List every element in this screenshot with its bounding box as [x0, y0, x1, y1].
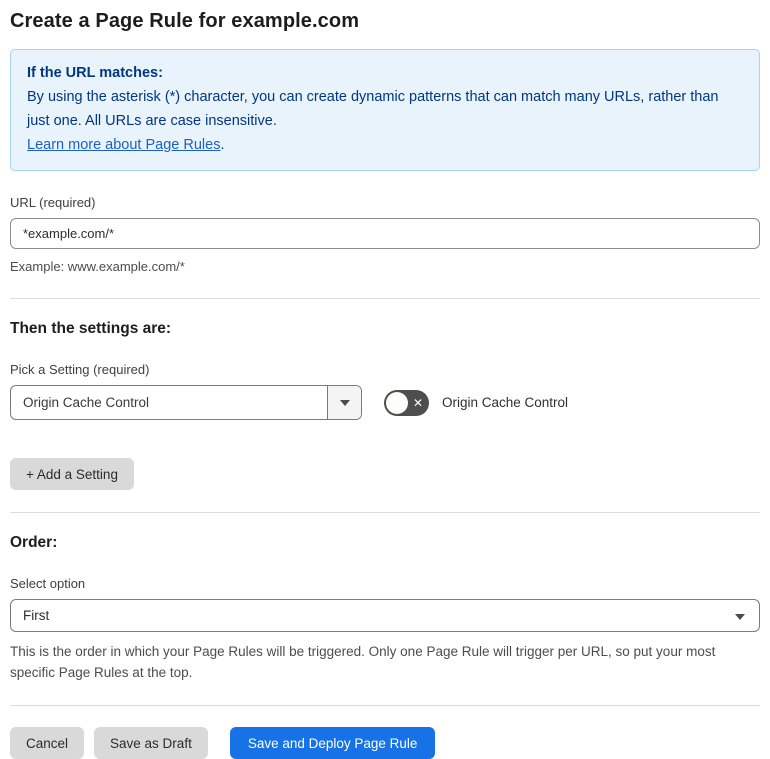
url-input[interactable] [10, 218, 760, 249]
pick-setting-label: Pick a Setting (required) [10, 362, 150, 377]
divider [10, 512, 760, 513]
cancel-button[interactable]: Cancel [10, 727, 85, 759]
settings-section-heading: Then the settings are: [10, 320, 172, 337]
setting-row: Origin Cache Control ✕ Origin Cache Cont… [10, 385, 760, 420]
chevron-down-icon [339, 399, 350, 406]
add-setting-button[interactable]: + Add a Setting [10, 458, 134, 490]
setting-select-value: Origin Cache Control [23, 395, 150, 410]
divider [10, 298, 760, 299]
info-box-body: By using the asterisk (*) character, you… [27, 89, 719, 129]
page-title: Create a Page Rule for example.com [10, 10, 360, 32]
footer-actions: Cancel Save as Draft Save and Deploy Pag… [10, 727, 760, 759]
order-select[interactable]: First [10, 599, 760, 632]
order-section-heading: Order: [10, 534, 58, 551]
save-and-deploy-button[interactable]: Save and Deploy Page Rule [229, 727, 436, 759]
order-select-label: Select option [10, 576, 86, 591]
order-select-value: First [23, 608, 50, 623]
url-field-label: URL (required) [10, 195, 96, 210]
url-example-helper: Example: www.example.com/* [10, 259, 185, 274]
info-box-link-line: Learn more about Page Rules. [27, 133, 743, 157]
toggle-label: Origin Cache Control [442, 395, 569, 410]
toggle-off-x-icon: ✕ [412, 395, 423, 410]
link-suffix: . [220, 137, 225, 153]
setting-select[interactable]: Origin Cache Control [10, 385, 362, 420]
order-helper-text: This is the order in which your Page Rul… [10, 644, 716, 680]
learn-more-link[interactable]: Learn more about Page Rules [27, 137, 220, 153]
save-as-draft-button[interactable]: Save as Draft [94, 727, 208, 759]
create-page-rule-form: Create a Page Rule for example.com If th… [0, 0, 770, 759]
divider [10, 705, 760, 706]
origin-cache-control-toggle[interactable]: ✕ [384, 389, 429, 416]
add-setting-wrap: + Add a Setting [10, 458, 760, 490]
setting-select-caret-button[interactable] [327, 386, 361, 419]
info-box-heading: If the URL matches: [27, 65, 163, 81]
chevron-down-icon [735, 614, 745, 620]
toggle-knob [386, 391, 408, 414]
url-match-info-box: If the URL matches: By using the asteris… [10, 49, 760, 171]
